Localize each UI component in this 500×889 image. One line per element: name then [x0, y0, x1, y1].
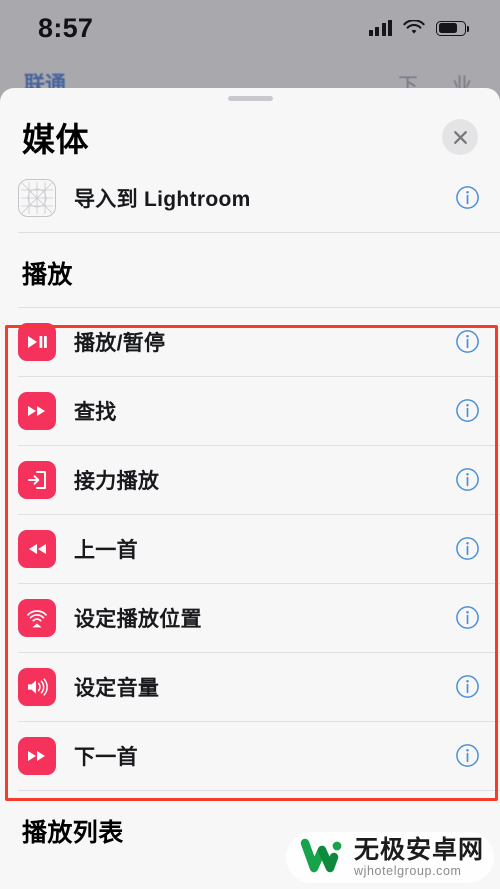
- list-item[interactable]: 下一首: [0, 721, 500, 790]
- list-item-label: 上一首: [74, 538, 138, 562]
- list-item-label: 设定音量: [74, 676, 160, 700]
- wifi-icon: [403, 20, 425, 34]
- page-title: 媒体: [22, 121, 89, 158]
- list-item[interactable]: 查找: [0, 376, 500, 445]
- info-icon: [455, 744, 479, 767]
- list-item-label: 播放/暂停: [74, 331, 166, 355]
- list-item[interactable]: 上一首: [0, 514, 500, 583]
- rewind-icon: [18, 529, 56, 568]
- close-button[interactable]: [442, 119, 478, 155]
- info-icon: [455, 330, 479, 353]
- media-actions-sheet: 媒体 导入到 Lightroom 播放 播放/暂停 查找 接力播放 上一首 设定…: [0, 88, 500, 889]
- info-button[interactable]: [454, 329, 480, 355]
- info-icon: [455, 606, 479, 629]
- watermark-url: wjhotelgroup.com: [353, 863, 462, 878]
- close-icon: [453, 130, 467, 144]
- list-item[interactable]: 播放/暂停: [0, 307, 500, 376]
- info-icon: [455, 468, 479, 491]
- sheet-header: 媒体: [0, 101, 500, 163]
- info-icon: [455, 537, 479, 560]
- status-bar: 8:57: [0, 0, 500, 56]
- airplay-audio-icon: [18, 598, 56, 637]
- info-button[interactable]: [454, 674, 480, 700]
- fast-forward-icon: [18, 736, 56, 775]
- battery-icon: [436, 20, 470, 36]
- list-item-label: 导入到 Lightroom: [74, 187, 251, 211]
- list-item[interactable]: 接力播放: [0, 445, 500, 514]
- info-icon: [455, 399, 479, 422]
- info-button[interactable]: [454, 536, 480, 562]
- section-heading-playback: 播放: [22, 261, 73, 289]
- list-item-label: 接力播放: [74, 469, 160, 493]
- info-button[interactable]: [454, 467, 480, 493]
- list-item[interactable]: 导入到 Lightroom: [0, 163, 500, 232]
- list-item-label: 设定播放位置: [74, 607, 202, 631]
- watermark: 无极安卓网 wjhotelgroup.com: [285, 831, 494, 883]
- play-pause-icon: [18, 322, 56, 361]
- list-item-label: 下一首: [74, 745, 138, 769]
- info-button[interactable]: [454, 398, 480, 424]
- handoff-icon: [18, 460, 56, 499]
- info-button[interactable]: [454, 185, 480, 211]
- list-item-label: 查找: [74, 400, 117, 424]
- info-icon: [455, 186, 479, 209]
- app-placeholder-icon: [18, 178, 56, 217]
- list-item[interactable]: 设定播放位置: [0, 583, 500, 652]
- watermark-site-name: 无极安卓网: [353, 835, 484, 864]
- fast-forward-icon: [18, 391, 56, 430]
- info-button[interactable]: [454, 743, 480, 769]
- info-icon: [455, 675, 479, 698]
- watermark-text: 无极安卓网 wjhotelgroup.com: [353, 835, 484, 878]
- wj-logo: [300, 837, 344, 877]
- status-time: 8:57: [38, 12, 94, 43]
- list-item[interactable]: 设定音量: [0, 652, 500, 721]
- cellular-signal-icon: [368, 20, 392, 36]
- speaker-volume-icon: [18, 667, 56, 706]
- phone-screen: 8:57 联通 下 业 媒体 导入到 Lightroom 播放 播放/暂停 查找…: [0, 0, 500, 889]
- info-button[interactable]: [454, 605, 480, 631]
- status-indicators: [368, 20, 470, 36]
